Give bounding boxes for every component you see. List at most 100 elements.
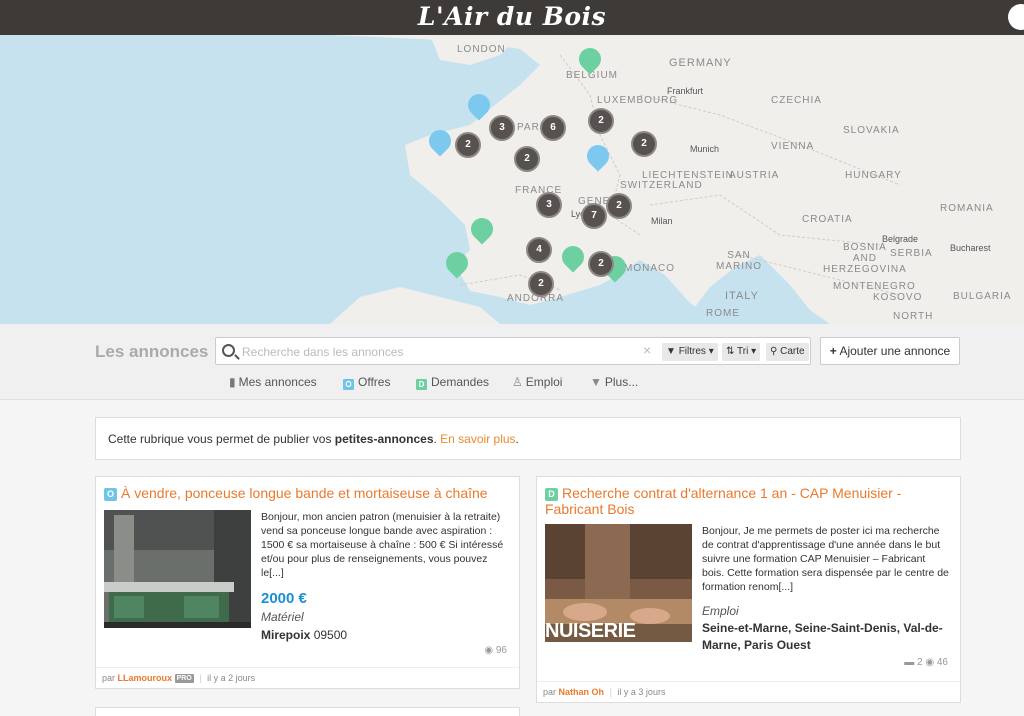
map-label-vienna: VIENNA (771, 141, 815, 152)
listing-stats: ▬ 2 ◉ 46 (904, 657, 948, 668)
map-toggle-button[interactable]: ⚲ Carte (766, 343, 809, 361)
filter-my-listings-label: Mes annonces (238, 375, 317, 389)
map-label-bucharest: Bucharest (950, 243, 991, 253)
listing-city: Mirepoix (261, 628, 311, 642)
map-label-rome: ROME (706, 308, 740, 319)
map-toggle-label: Carte (780, 346, 805, 357)
filter-more-label: Plus... (604, 375, 639, 389)
search-input[interactable] (242, 342, 642, 362)
listing-zip: 09500 (313, 628, 348, 642)
section-title: Les annonces (95, 342, 209, 361)
map-label-croatia: CROATIA (802, 214, 853, 225)
clear-icon[interactable]: × (643, 342, 651, 358)
map-label-san-marino: SAN MARINO (716, 250, 762, 272)
map-label-hungary: HUNGARY (845, 170, 902, 181)
author-link[interactable]: Nathan Oh (559, 687, 605, 697)
map-cluster[interactable]: 2 (606, 193, 632, 219)
map-cluster[interactable]: 6 (540, 115, 566, 141)
listing-photo[interactable]: NUISERIE (545, 524, 692, 642)
map-cluster[interactable]: 2 (588, 108, 614, 134)
map-cluster[interactable]: 3 (536, 192, 562, 218)
filters-button[interactable]: ▼ Filtres ▾ (662, 343, 718, 361)
map-label-czechia: CZECHIA (771, 95, 822, 106)
map-label-london: LONDON (457, 44, 506, 55)
author-link[interactable]: LLamouroux (118, 673, 173, 683)
map-label-north: NORTH (893, 311, 934, 322)
map-cluster[interactable]: 3 (489, 115, 515, 141)
author-prefix: par (543, 687, 557, 697)
map-label-romania: ROMANIA (940, 203, 994, 214)
listing-location: Mirepoix 09500 (261, 627, 347, 644)
listing-photo[interactable] (104, 510, 251, 628)
views-count: 46 (936, 657, 948, 668)
search-box[interactable]: × ▼ Filtres ▾ ⇅ Tri ▾ ⚲ Carte (215, 337, 811, 365)
filter-my-listings[interactable]: ▮ Mes annonces (229, 375, 317, 389)
sander-machine-image (104, 510, 251, 628)
pro-badge: PRO (174, 674, 194, 683)
demand-badge: D (545, 488, 558, 501)
listing-title-link[interactable]: D Recherche contrat d'alternance 1 an - C… (545, 485, 952, 517)
map-label-munich: Munich (690, 144, 720, 154)
listing-footer: par Nathan Oh | il y a 3 jours (537, 681, 960, 702)
offer-badge: O (104, 488, 117, 501)
filters-label: Filtres (678, 346, 706, 357)
info-strong: petites-annonces (334, 432, 434, 446)
add-listing-button[interactable]: + Ajouter une annonce (820, 337, 960, 365)
map-cluster[interactable]: 2 (631, 131, 657, 157)
listing-card[interactable]: D Recherche contrat d'alternance 1 an - C… (536, 476, 961, 703)
listing-card[interactable] (95, 707, 520, 716)
views-count: 96 (495, 645, 507, 656)
comment-icon: ▬ (904, 657, 915, 668)
filter-demands[interactable]: D Demandes (416, 375, 489, 390)
map-label-germany: GERMANY (669, 57, 732, 69)
filter-jobs[interactable]: ♙ Emploi (512, 375, 562, 389)
learn-more-link[interactable]: En savoir plus (440, 432, 515, 446)
listings-toolbar: Les annonces × ▼ Filtres ▾ ⇅ Tri ▾ ⚲ Car… (0, 324, 1024, 400)
author-prefix: par (102, 673, 116, 683)
user-icon: ♙ (512, 375, 523, 389)
map-cluster[interactable]: 2 (455, 132, 481, 158)
footer-separator: | (199, 673, 202, 683)
filter-more[interactable]: ▼ Plus... (590, 375, 638, 389)
eye-icon: ◉ (925, 657, 935, 668)
info-text-after: . (515, 432, 519, 446)
comments-count: 2 (917, 657, 923, 668)
listing-footer: par LLamouroux PRO | il y a 2 jours (96, 667, 519, 688)
listing-stats: ◉ 96 (484, 645, 507, 656)
eye-icon: ◉ (484, 645, 494, 656)
map-label-bulgaria: BULGARIA (953, 291, 1012, 302)
map-marker-icon: ⚲ (770, 346, 778, 357)
filter-demands-label: Demandes (431, 375, 490, 389)
site-logo[interactable]: L'Air du Bois (0, 2, 1024, 31)
map-label-serbia: SERBIA (890, 248, 933, 259)
listing-price: 2000 € (261, 590, 307, 607)
sort-button[interactable]: ⇅ Tri ▾ (722, 343, 761, 361)
map-label-austria: AUSTRIA (729, 170, 780, 181)
top-bar: L'Air du Bois (0, 0, 1024, 35)
listing-date: il y a 3 jours (617, 687, 666, 697)
map-cluster[interactable]: 7 (581, 203, 607, 229)
map-cluster[interactable]: 2 (588, 251, 614, 277)
listing-excerpt: Bonjour, mon ancien patron (menuisier à … (261, 511, 504, 579)
filter-offers-label: Offres (358, 375, 391, 389)
add-listing-label: Ajouter une annonce (839, 344, 951, 358)
map-cluster[interactable]: 2 (514, 146, 540, 172)
listing-category: Matériel (261, 610, 304, 624)
listing-city: Seine-et-Marne, Seine-Saint-Denis, Val-d… (702, 621, 943, 652)
caret-down-icon: ▾ (751, 346, 757, 357)
photo-caption: NUISERIE (545, 620, 636, 642)
map-cluster[interactable]: 2 (528, 271, 554, 297)
listing-card[interactable]: O À vendre, ponceuse longue bande et mort… (95, 476, 520, 689)
search-icon (222, 344, 235, 357)
map-label-switzerland: SWITZERLAND (620, 180, 703, 191)
filter-offers[interactable]: O Offres (343, 375, 390, 390)
listing-date: il y a 2 jours (207, 673, 256, 683)
map-label-kosovo: KOSOVO (873, 292, 923, 303)
listing-title: À vendre, ponceuse longue bande et morta… (121, 485, 488, 501)
listings-map[interactable]: LONDON BELGIUM GERMANY Frankfurt LUXEMBO… (0, 35, 1024, 324)
map-label-italy: ITALY (725, 290, 759, 302)
info-text: Cette rubrique vous permet de publier vo… (108, 432, 335, 446)
info-banner: Cette rubrique vous permet de publier vo… (95, 417, 961, 460)
listing-title-link[interactable]: O À vendre, ponceuse longue bande et mort… (104, 485, 511, 501)
map-cluster[interactable]: 4 (526, 237, 552, 263)
